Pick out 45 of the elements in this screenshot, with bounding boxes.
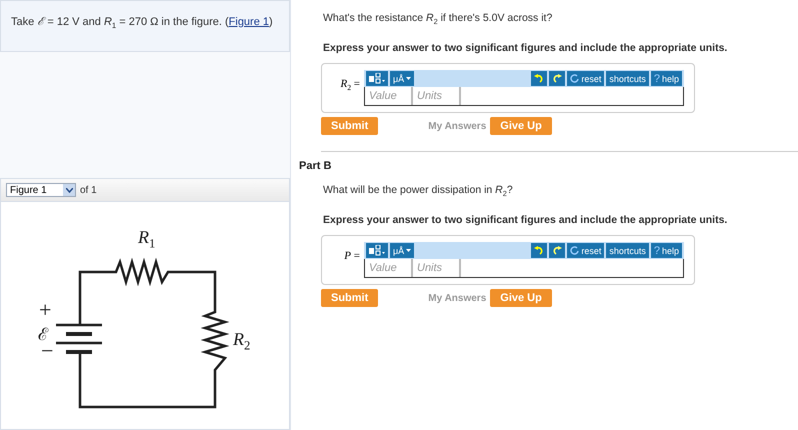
question-text: What will be the power dissipation in R$_{2}$? [323,184,514,198]
template-icon [369,245,385,256]
instruction-text: Express your answer to two significant figures and include the appropriate units. [323,214,728,226]
caret-icon [406,77,412,80]
shortcuts-button[interactable]: shortcuts [606,71,649,86]
reset-icon [570,74,580,84]
answer-field[interactable]: Value Units [364,87,684,106]
question-text: What's the resistance R$_{2}$ if there's 5.0V across it? [323,12,554,26]
figure-select[interactable]: Figure 1 [6,183,76,197]
answer-label: R$_{2}$ = [339,78,360,92]
undo-icon [534,246,544,256]
template-icon [369,73,385,84]
template-button[interactable] [366,71,388,86]
my-answers-link[interactable]: My Answers [428,292,486,304]
help-button[interactable]: ? help [650,71,682,86]
redo-button[interactable] [549,243,566,258]
reset-button[interactable]: reset [567,243,604,258]
figure-link[interactable]: Figure 1 [228,16,270,28]
reset-button[interactable]: reset [567,71,604,86]
help-button[interactable]: ? help [650,243,682,258]
circuit-label: + [39,299,52,321]
part-heading: Part B [299,160,332,172]
my-answers-link[interactable]: My Answers [428,120,486,132]
caret-icon [63,184,75,196]
circuit-label: ℰ [38,326,48,343]
caret-icon [406,249,412,252]
redo-icon [552,74,562,84]
instruction-text: Express your answer to two significant figures and include the appropriate units. [323,42,728,54]
circuit-label: R$_{1}$ [138,228,156,250]
units-button[interactable]: μÅ [390,71,414,86]
answer-label: P = [343,250,360,262]
answer-field[interactable]: Value Units [364,259,684,278]
undo-button[interactable] [531,71,548,86]
undo-button[interactable] [531,243,548,258]
units-button[interactable]: μÅ [390,243,414,258]
template-button[interactable] [366,243,388,258]
figure-count: of 1 [80,184,97,196]
undo-icon [534,74,544,84]
circuit-label: − [41,340,54,362]
redo-button[interactable] [549,71,566,86]
reset-icon [570,246,580,256]
circuit-label: R$_{2}$ [233,330,250,352]
shortcuts-button[interactable]: shortcuts [606,243,649,258]
redo-icon [552,246,562,256]
problem-text: Take ℰ = 12 V and R$_{1}$ = 270 Ω in the figure. (Figure 1) [11,16,273,28]
